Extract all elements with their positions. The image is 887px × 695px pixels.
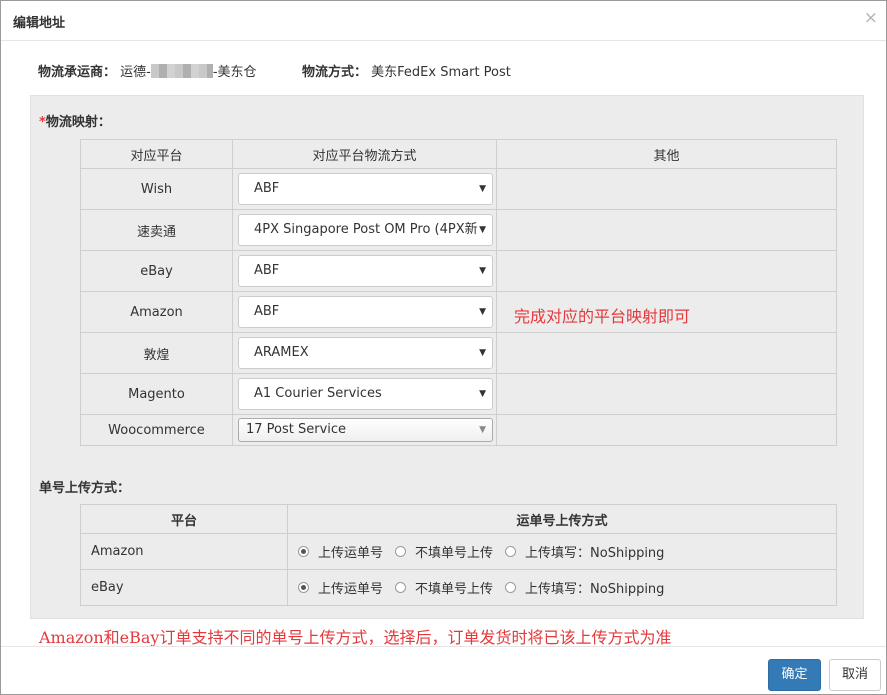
select-value: ARAMEX: [254, 345, 309, 360]
carrier-suffix: -美东仓: [212, 65, 257, 80]
other-cell: [496, 373, 837, 415]
cancel-button[interactable]: 取消: [829, 659, 881, 691]
radio-upload-tracking[interactable]: 上传运单号: [298, 542, 383, 561]
table-row: Woocommerce 17 Post Service ▼: [80, 414, 837, 446]
radio-no-tracking[interactable]: 不填单号上传: [395, 542, 493, 561]
carrier-prefix: 运德-: [120, 65, 151, 80]
mapping-section-label: *物流映射：: [39, 111, 111, 130]
dialog-header: 编辑地址 ×: [1, 1, 886, 41]
select-value: A1 Courier Services: [254, 386, 382, 401]
col-header-method: 对应平台物流方式: [232, 139, 497, 169]
select-value: ABF: [254, 181, 280, 196]
other-cell: [496, 414, 837, 446]
method-select-woocommerce[interactable]: 17 Post Service ▼: [238, 418, 493, 442]
col-header-upload-method: 运单号上传方式: [287, 504, 837, 534]
method-info: 物流方式： 美东FedEx Smart Post: [302, 61, 511, 80]
table-row: 速卖通 4PX Singapore Post OM Pro (4PX新 ▼: [80, 209, 837, 251]
radio-label: 上传运单号: [318, 582, 384, 597]
carrier-info: 物流承运商： 运德- -美东仓: [38, 61, 257, 80]
table-row: Magento A1 Courier Services ▼: [80, 373, 837, 415]
select-value: ABF: [254, 304, 280, 319]
required-mark: *: [39, 115, 46, 130]
platform-name: eBay: [80, 250, 233, 292]
edit-address-dialog: 编辑地址 × 物流承运商： 运德- -美东仓 物流方式： 美东FedEx Smar…: [0, 0, 887, 695]
select-value: 4PX Singapore Post OM Pro (4PX新: [254, 222, 478, 237]
radio-no-tracking[interactable]: 不填单号上传: [395, 578, 493, 597]
dialog-footer: 确定 取消: [1, 646, 886, 694]
radio-noshipping[interactable]: 上传填写：NoShipping: [505, 578, 664, 597]
platform-name: Amazon: [80, 533, 288, 570]
platform-name: Amazon: [80, 291, 233, 333]
platform-name: 敦煌: [80, 332, 233, 374]
method-label: 物流方式：: [302, 65, 368, 80]
masked-text: [150, 64, 213, 78]
radio-unchecked-icon[interactable]: [395, 546, 407, 557]
method-select-dhgate[interactable]: ARAMEX ▼: [238, 337, 493, 369]
col-header-other: 其他: [496, 139, 837, 169]
mapping-table: 对应平台 对应平台物流方式 其他 Wish ABF ▼ 速卖通 4PX Singa…: [80, 139, 837, 446]
other-cell: [496, 168, 837, 210]
method-select-ebay[interactable]: ABF ▼: [238, 255, 493, 287]
chevron-down-icon: ▼: [479, 389, 486, 399]
upload-table: 平台 运单号上传方式 Amazon 上传运单号 不填单号上传 上传填写：NoSh…: [80, 504, 837, 606]
confirm-button[interactable]: 确定: [768, 659, 821, 691]
method-select-magento[interactable]: A1 Courier Services ▼: [238, 378, 493, 410]
method-select-wish[interactable]: ABF ▼: [238, 173, 493, 205]
select-value: ABF: [254, 263, 280, 278]
other-cell: [496, 209, 837, 251]
col-header-platform: 平台: [80, 504, 288, 534]
mapping-header-row: 对应平台 对应平台物流方式 其他: [80, 139, 837, 169]
upload-header-row: 平台 运单号上传方式: [80, 504, 837, 534]
mapping-panel: *物流映射： 对应平台 对应平台物流方式 其他 Wish ABF ▼ 速卖通 4P…: [30, 95, 864, 619]
radio-label: 上传填写：NoShipping: [525, 546, 665, 561]
table-row: 敦煌 ARAMEX ▼: [80, 332, 837, 374]
method-select-aliexpress[interactable]: 4PX Singapore Post OM Pro (4PX新 ▼: [238, 214, 493, 246]
mapping-label: 物流映射：: [45, 115, 111, 130]
platform-name: Magento: [80, 373, 233, 415]
platform-name: 速卖通: [80, 209, 233, 251]
dialog-title: 编辑地址: [13, 16, 66, 31]
method-select-amazon[interactable]: ABF ▼: [238, 296, 493, 328]
radio-unchecked-icon[interactable]: [505, 582, 517, 593]
table-row: Wish ABF ▼: [80, 168, 837, 210]
select-value: 17 Post Service: [246, 422, 347, 437]
radio-unchecked-icon[interactable]: [395, 582, 407, 593]
table-row: Amazon 上传运单号 不填单号上传 上传填写：NoShipping: [80, 533, 837, 570]
table-row: eBay ABF ▼: [80, 250, 837, 292]
platform-name: Wish: [80, 168, 233, 210]
platform-name: Woocommerce: [80, 414, 233, 446]
radio-label: 上传运单号: [318, 546, 384, 561]
upload-section-label: 单号上传方式：: [39, 481, 131, 496]
upload-radio-group-ebay: 上传运单号 不填单号上传 上传填写：NoShipping: [288, 578, 836, 597]
chevron-down-icon: ▼: [479, 348, 486, 358]
table-row: eBay 上传运单号 不填单号上传 上传填写：NoShipping: [80, 569, 837, 606]
chevron-down-icon: ▼: [479, 184, 486, 194]
chevron-down-icon: ▼: [479, 425, 486, 435]
other-cell: [496, 250, 837, 292]
other-cell: [496, 332, 837, 374]
chevron-down-icon: ▼: [479, 307, 486, 317]
radio-checked-icon[interactable]: [298, 582, 309, 593]
platform-name: eBay: [80, 569, 288, 606]
col-header-platform: 对应平台: [80, 139, 233, 169]
close-icon[interactable]: ×: [864, 10, 878, 27]
radio-checked-icon[interactable]: [298, 546, 309, 557]
upload-radio-group-amazon: 上传运单号 不填单号上传 上传填写：NoShipping: [288, 542, 836, 561]
radio-upload-tracking[interactable]: 上传运单号: [298, 578, 383, 597]
chevron-down-icon: ▼: [479, 266, 486, 276]
chevron-down-icon: ▼: [479, 225, 486, 235]
radio-label: 不填单号上传: [415, 582, 494, 597]
method-value: 美东FedEx Smart Post: [371, 65, 511, 80]
radio-label: 不填单号上传: [415, 546, 494, 561]
radio-noshipping[interactable]: 上传填写：NoShipping: [505, 542, 664, 561]
carrier-label: 物流承运商：: [38, 65, 117, 80]
table-row: Amazon ABF ▼: [80, 291, 837, 333]
upload-annotation: Amazon和eBay订单支持不同的单号上传方式，选择后，订单发货时将已该上传方…: [39, 628, 672, 647]
radio-unchecked-icon[interactable]: [505, 546, 517, 557]
radio-label: 上传填写：NoShipping: [525, 582, 665, 597]
mapping-annotation: 完成对应的平台映射即可: [514, 307, 691, 326]
